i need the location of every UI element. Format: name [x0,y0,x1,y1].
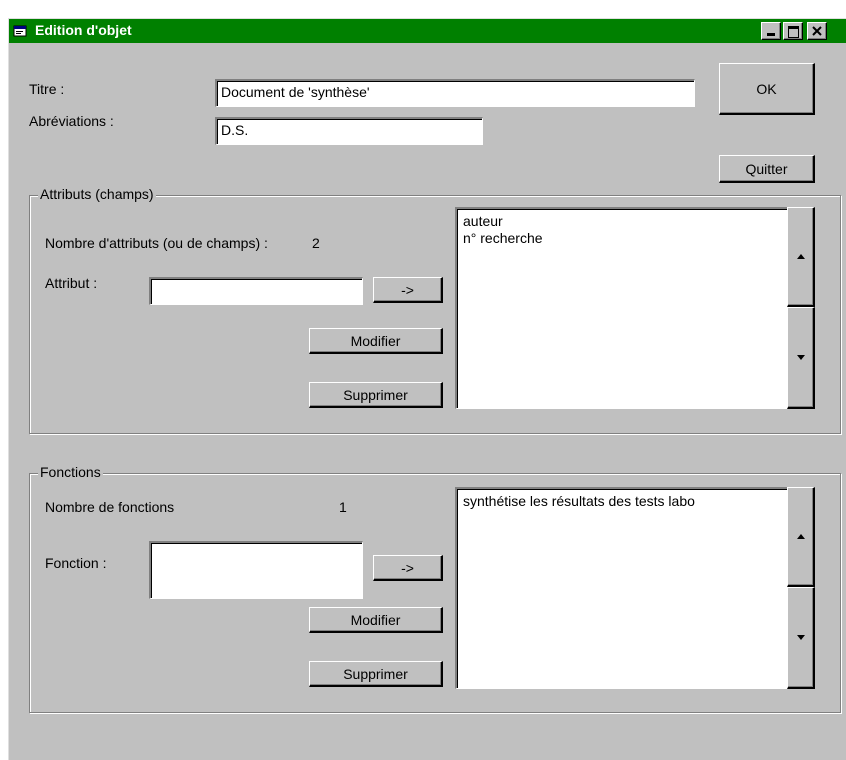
minimize-icon [767,33,775,36]
maximize-icon [788,26,799,38]
fonction-delete-button[interactable]: Supprimer [309,661,443,687]
attribut-input[interactable] [149,277,363,305]
attributs-group-label: Attributs (champs) [38,186,156,202]
attributs-list[interactable]: auteur n° recherche [455,207,815,409]
abreviations-label: Abréviations : [29,113,114,129]
list-item[interactable]: auteur [463,213,543,230]
quitter-button[interactable]: Quitter [719,155,815,183]
attributs-scrollbar[interactable] [787,207,815,409]
fonctions-scrollbar[interactable] [787,487,815,689]
arrow-down-icon [796,355,805,360]
attributs-count-label: Nombre d'attributs (ou de champs) : [45,235,268,251]
attribut-add-button[interactable]: -> [373,277,443,303]
list-item[interactable]: synthétise les résultats des tests labo [463,493,695,510]
fonction-input[interactable] [149,541,363,599]
fonctions-count-label: Nombre de fonctions [45,499,175,515]
fonction-label: Fonction : [45,555,107,571]
attribut-label: Attribut : [45,275,98,291]
close-icon [812,26,822,36]
arrow-up-icon [796,254,805,259]
fonctions-count-value: 1 [339,499,347,515]
abreviations-input[interactable]: D.S. [215,117,483,145]
fonctions-scroll-up-button[interactable] [787,487,815,587]
attributs-list-items: auteur n° recherche [463,213,543,247]
close-button[interactable] [807,22,827,40]
window-app-icon [13,25,27,37]
attributs-scroll-down-button[interactable] [787,307,815,409]
titre-input[interactable]: Document de 'synthèse' [215,79,695,107]
attributs-scroll-up-button[interactable] [787,207,815,307]
window-title: Edition d'objet [35,22,132,38]
fonctions-group-label: Fonctions [38,464,103,480]
attribut-modify-button[interactable]: Modifier [309,328,443,354]
minimize-button[interactable] [761,22,781,40]
fonctions-list[interactable]: synthétise les résultats des tests labo [455,487,815,689]
fonction-add-button[interactable]: -> [373,555,443,581]
list-item[interactable]: n° recherche [463,230,543,247]
attribut-delete-button[interactable]: Supprimer [309,382,443,408]
title-bar[interactable]: Edition d'objet [9,19,846,43]
maximize-button[interactable] [783,22,803,40]
fonction-modify-button[interactable]: Modifier [309,607,443,633]
fonctions-list-items: synthétise les résultats des tests labo [463,493,695,510]
ok-button[interactable]: OK [719,63,815,115]
fonctions-scroll-down-button[interactable] [787,587,815,689]
arrow-down-icon [796,635,805,640]
dialog-window: Edition d'objet Titre : Document de 'syn… [8,18,846,760]
titre-label: Titre : [29,81,65,97]
attributs-count-value: 2 [312,235,320,251]
arrow-up-icon [796,534,805,539]
